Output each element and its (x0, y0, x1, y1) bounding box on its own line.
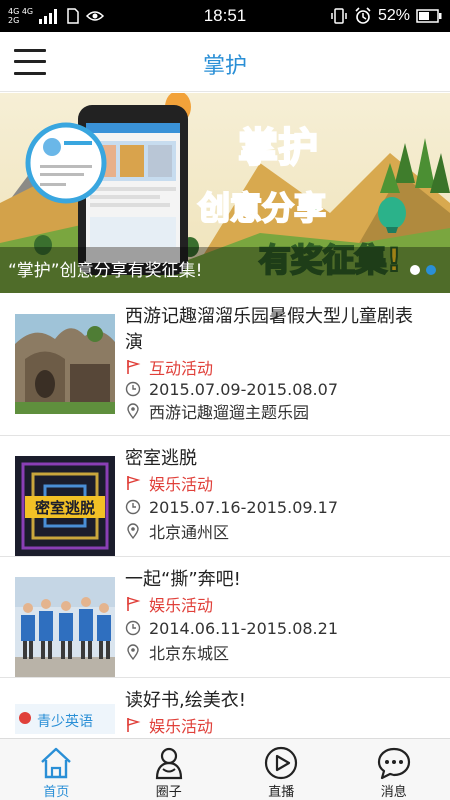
alarm-icon (355, 7, 371, 24)
tab-circle[interactable]: 圈子 (113, 739, 226, 800)
app-screen: 4G 4G 2G 18:51 52% 掌护 掌护 创意分享 有奖征集! “掌护”… (0, 0, 450, 800)
tab-circle-label: 圈子 (155, 785, 182, 800)
tab-live[interactable]: 直播 (225, 739, 338, 800)
status-right: 52% (330, 4, 442, 28)
thumb-label: 密室逃脱 (35, 499, 95, 517)
event-category-row: 娱乐活动 (125, 472, 435, 494)
event-item[interactable]: 西游记趣溜溜乐园暑假大型儿童剧表演 互动活动 2015.07.09-2015.0… (0, 294, 450, 436)
event-category: 互动活动 (149, 359, 214, 378)
page-title: 掌护 (202, 54, 247, 79)
tab-home-label: 首页 (43, 785, 70, 800)
event-location: 西游记趣遛遛主题乐园 (149, 403, 310, 422)
event-location: 北京通州区 (149, 523, 230, 542)
tab-messages[interactable]: 消息 (338, 739, 450, 800)
vibrate-icon (331, 8, 347, 24)
event-dates: 2014.06.11-2015.08.21 (149, 618, 338, 638)
event-title: 西游记趣溜溜乐园暑假大型儿童剧表演 (125, 306, 413, 353)
banner-caption: “掌护”创意分享有奖征集! (8, 261, 203, 281)
message-icon (377, 747, 410, 780)
thumb-label: 青少英语 (37, 713, 93, 730)
event-category: 娱乐活动 (149, 596, 214, 615)
event-dates: 2015.07.09-2015.08.07 (149, 379, 338, 399)
event-location: 北京东城区 (149, 644, 230, 663)
banner-pagination (410, 265, 436, 275)
event-thumbnail: 青少英语 (15, 698, 115, 738)
event-item[interactable]: 青少英语 读好书,绘美衣! 娱乐活动 (0, 678, 450, 738)
event-title: 一起“撕”奔吧! (125, 569, 241, 590)
event-date-row: 2015.07.16-2015.09.17 (125, 496, 435, 518)
clock-icon (125, 499, 141, 515)
tab-messages-label: 消息 (380, 785, 407, 800)
status-bar: 4G 4G 2G 18:51 52% (0, 0, 450, 32)
event-thumbnail (15, 577, 115, 677)
flag-icon (127, 476, 141, 490)
event-location-row: 北京通州区 (125, 520, 435, 542)
event-date-row: 2014.06.11-2015.08.21 (125, 617, 435, 639)
event-location-row: 北京东城区 (125, 641, 435, 663)
clock-icon (125, 381, 141, 397)
battery-icon (416, 9, 442, 23)
event-location-row: 西游记趣遛遛主题乐园 (125, 400, 435, 422)
promo-banner[interactable]: 掌护 创意分享 有奖征集! “掌护”创意分享有奖征集! (0, 93, 450, 293)
bottom-tab-bar: 首页 圈子 直播 消息 (0, 738, 450, 800)
banner-art-line2: 创意分享 (197, 189, 326, 227)
banner-art-line1: 掌护 (238, 125, 318, 171)
event-category-row: 互动活动 (125, 356, 435, 378)
event-item[interactable]: 密室逃脱 密室逃脱 娱乐活动 2015.07.16-2015.09.17 北京通… (0, 436, 450, 557)
flag-icon (127, 360, 141, 374)
app-header: 掌护 (0, 32, 450, 92)
location-pin-icon (127, 644, 139, 660)
event-thumbnail (15, 314, 115, 414)
home-icon (41, 747, 72, 779)
location-pin-icon (127, 403, 139, 419)
clock-icon (125, 620, 141, 636)
flag-icon (127, 597, 141, 611)
event-category-row: 娱乐活动 (125, 593, 435, 615)
event-title: 密室逃脱 (125, 448, 197, 469)
event-category: 娱乐活动 (149, 717, 214, 736)
location-pin-icon (127, 523, 139, 539)
flag-icon (127, 718, 141, 732)
tab-live-label: 直播 (268, 785, 295, 800)
tab-home[interactable]: 首页 (0, 739, 113, 800)
event-thumbnail: 密室逃脱 (15, 456, 115, 556)
circle-group-icon (155, 747, 182, 780)
pagination-dot-active[interactable] (426, 265, 436, 275)
event-date-row: 2015.07.09-2015.08.07 (125, 378, 435, 400)
event-title: 读好书,绘美衣! (125, 690, 246, 711)
event-item[interactable]: 一起“撕”奔吧! 娱乐活动 2014.06.11-2015.08.21 北京东城… (0, 557, 450, 678)
play-icon (265, 746, 298, 780)
battery-percent: 52% (377, 7, 410, 24)
event-dates: 2015.07.16-2015.09.17 (149, 497, 338, 517)
event-list: 西游记趣溜溜乐园暑假大型儿童剧表演 互动活动 2015.07.09-2015.0… (0, 294, 450, 738)
pagination-dot[interactable] (410, 265, 420, 275)
event-category-row: 娱乐活动 (125, 714, 435, 736)
event-category: 娱乐活动 (149, 475, 214, 494)
